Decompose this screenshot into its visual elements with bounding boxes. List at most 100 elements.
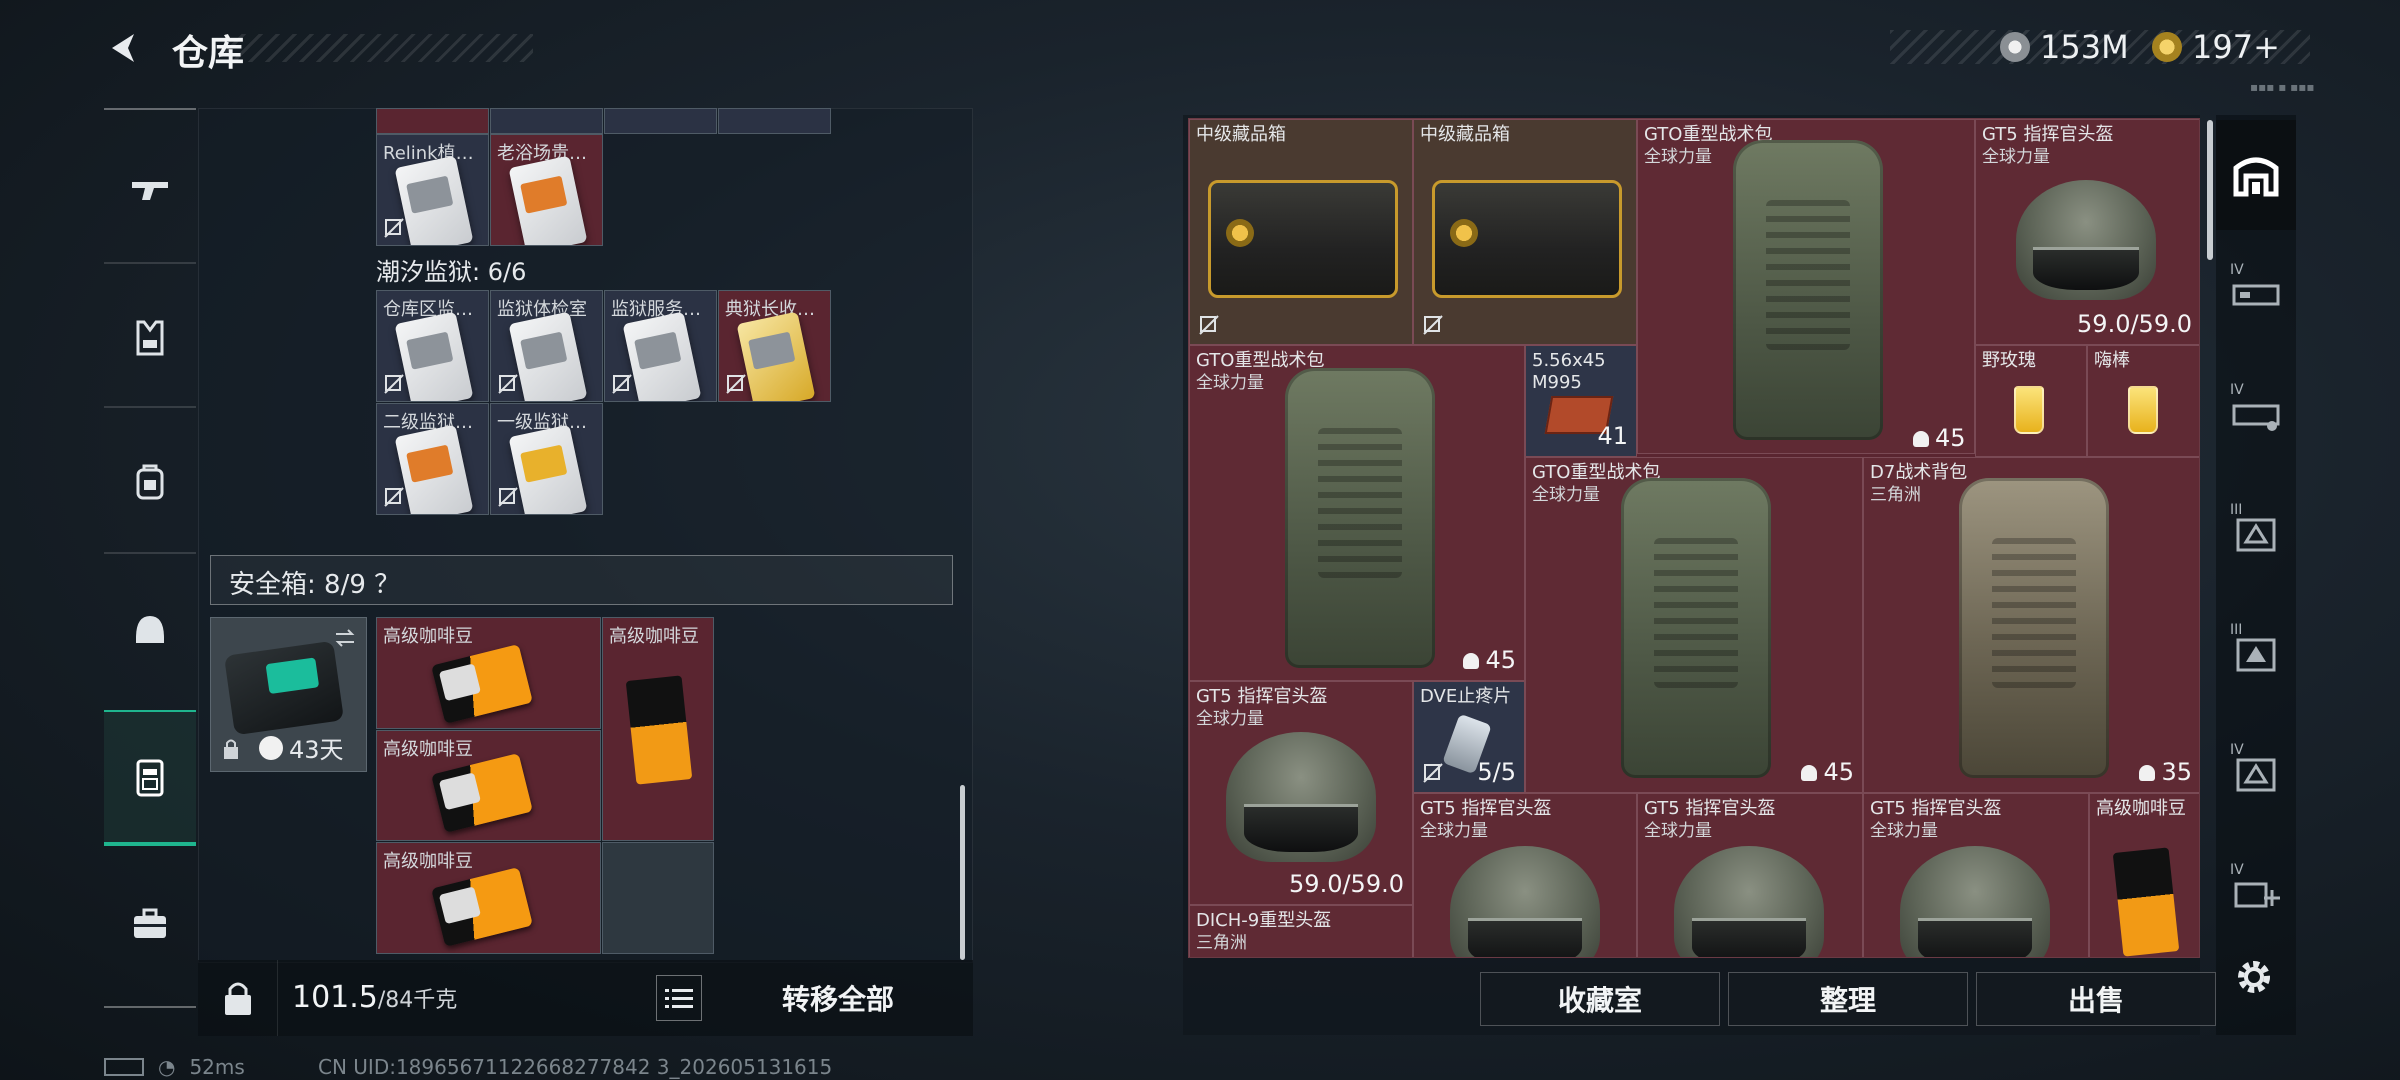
nav-helmet[interactable] [104, 570, 196, 690]
coffee-bean-cell[interactable]: 高级咖啡豆 [376, 730, 601, 841]
organize-button[interactable]: 整理 [1728, 972, 1968, 1026]
item-label: 高级咖啡豆 [609, 626, 699, 647]
nav-toolbox[interactable] [104, 864, 196, 984]
ammo-cell[interactable]: 5.56x45 M995 41 [1525, 345, 1637, 457]
ammo-count: 41 [1597, 422, 1628, 450]
item-name: GT5 指挥官头盔 [1644, 798, 1776, 819]
gun-icon [132, 182, 168, 200]
scrollbar[interactable] [960, 785, 965, 960]
tier-label: IV [2230, 262, 2244, 278]
item-label: DICH-9重型头盔 三角洲 [1196, 910, 1331, 954]
tidal-prison-count: 潮汐监狱: 6/6 [376, 258, 527, 286]
watermark: ▪▪▪ ▪ ▪▪▪ [2250, 80, 2315, 94]
backpack-cell[interactable]: GTO重型战术包 全球力量 [1637, 119, 1975, 454]
tab-container-3[interactable]: III [2216, 480, 2296, 590]
crate-cell[interactable]: 中级藏品箱 [1413, 119, 1637, 345]
item-label: GT5 指挥官头盔 全球力量 [1644, 798, 1775, 842]
warehouse-icon [2233, 157, 2279, 197]
sell-button[interactable]: 出售 [1976, 972, 2216, 1026]
backpack-cell[interactable]: GTO重型战术包 全球力量 45 [1525, 457, 1863, 793]
helmet-cell[interactable]: GT5 指挥官头盔 全球力量 [1413, 793, 1637, 957]
tab-container-5[interactable]: IV [2216, 720, 2296, 830]
currency-coins[interactable]: 153M [2000, 28, 2129, 66]
helmet-cell[interactable]: GT5 指挥官头盔 全球力量 [1637, 793, 1863, 957]
swap-icon[interactable] [332, 626, 358, 650]
safe-box-timer: 43天 [259, 730, 344, 765]
battery-icon [104, 1058, 144, 1076]
nav-safe-box[interactable] [104, 710, 196, 846]
keycard-cell[interactable]: 老浴场贵… [490, 134, 603, 246]
coffee-bean-cell[interactable]: 高级咖啡豆 [376, 842, 601, 954]
item-cell[interactable] [718, 108, 831, 134]
coffee-bean-cell[interactable]: 高级咖啡豆 [602, 617, 714, 841]
keycard-cell[interactable]: 监狱体检室 [490, 290, 603, 402]
helmet-cell[interactable]: GT5 指挥官头盔 全球力量 59.0/59.0 [1975, 119, 2199, 345]
item-label: 嗨棒 [2094, 350, 2130, 371]
keycard-cell[interactable]: Relink植… [376, 134, 489, 246]
backpack-image [1733, 140, 1883, 440]
helmet-image [1900, 846, 2050, 957]
safe-box-header[interactable]: 安全箱: 8/9 ？ [210, 555, 953, 605]
keycard-cell[interactable]: 典狱长收… [718, 290, 831, 402]
safe-box-slot[interactable]: 43天 [210, 617, 367, 772]
scrollbar[interactable] [2207, 120, 2213, 260]
empty-slot[interactable] [602, 842, 714, 954]
keycard-cell[interactable]: 监狱服务… [604, 290, 717, 402]
keycard-cell[interactable]: 二级监狱… [376, 403, 489, 515]
list-icon [665, 989, 693, 1008]
tab-container-1[interactable]: IV [2216, 240, 2296, 350]
system-status: ◔ 52ms [104, 1055, 245, 1079]
crate-image [1208, 180, 1398, 298]
item-label: 5.56x45 M995 [1532, 350, 1606, 393]
keycard-image [394, 311, 474, 401]
nav-divider [104, 1006, 196, 1008]
backpack-cell[interactable]: D7战术背包 三角洲 35 [1863, 457, 2199, 793]
currency-premium[interactable]: 197+ [2152, 28, 2280, 66]
wifi-icon: ◔ [158, 1055, 176, 1079]
helmet-cell[interactable]: GT5 指挥官头盔 全球力量 [1863, 793, 2089, 957]
list-view-button[interactable] [656, 975, 702, 1021]
no-favorite-icon [1423, 763, 1443, 783]
container-grid: 中级藏品箱 中级藏品箱 GTO重型战术包 全球力量 GT5 指挥官头盔 全球力量 5… [1188, 118, 2200, 958]
coffee-bean-cell[interactable]: 高级咖啡豆 [376, 617, 601, 729]
tab-storage[interactable] [2216, 120, 2296, 230]
crate-cell[interactable]: 中级藏品箱 [1189, 119, 1413, 345]
backpack-icon [136, 464, 164, 500]
keycard-cell[interactable]: 一级监狱… [490, 403, 603, 515]
no-favorite-icon [384, 487, 404, 507]
transfer-all-button[interactable]: 转移全部 [712, 965, 964, 1031]
toolbox-icon [134, 908, 166, 938]
helmet-image [1226, 732, 1376, 862]
tier-label: IV [2230, 382, 2244, 398]
backpack-cell[interactable]: GTO重型战术包 全球力量 45 [1189, 345, 1525, 681]
item-label: GT5 指挥官头盔 全球力量 [1420, 798, 1551, 842]
tab-container-4[interactable]: III [2216, 600, 2296, 710]
drink-cell[interactable]: 野玫瑰 [1975, 345, 2087, 457]
backpack-image [1959, 478, 2109, 778]
coffee-bean-cell[interactable]: 高级咖啡豆 [2089, 793, 2199, 957]
settings-gear-icon[interactable] [2232, 955, 2276, 999]
item-cell[interactable] [604, 108, 717, 134]
tab-container-6[interactable]: IV [2216, 840, 2296, 950]
helmet-cell[interactable]: GT5 指挥官头盔 全球力量 59.0/59.0 [1189, 681, 1413, 905]
weight-icon [2139, 765, 2156, 781]
back-arrow-icon[interactable] [104, 28, 144, 68]
nav-weapons[interactable] [104, 130, 196, 250]
drink-cell[interactable]: 嗨棒 [2087, 345, 2199, 457]
nav-armor[interactable] [104, 278, 196, 398]
nav-backpack[interactable] [104, 422, 196, 542]
item-cell[interactable] [490, 108, 603, 134]
clock-icon [259, 735, 283, 760]
lock-icon [224, 739, 238, 759]
painkiller-cell[interactable]: DVE止疼片 5/5 [1413, 681, 1525, 793]
keycard-cell[interactable]: 仓库区监… [376, 290, 489, 402]
item-cell[interactable] [376, 108, 489, 134]
tab-container-2[interactable]: IV [2216, 360, 2296, 470]
helmet-cell[interactable]: DICH-9重型头盔 三角洲 [1189, 905, 1413, 957]
lock-button[interactable] [198, 960, 278, 1036]
item-faction: 全球力量 [1870, 821, 1938, 841]
item-label: 野玫瑰 [1982, 350, 2036, 371]
item-label: D7战术背包 三角洲 [1870, 462, 1967, 506]
collection-room-button[interactable]: 收藏室 [1480, 972, 1720, 1026]
add-container-icon [2234, 882, 2280, 908]
